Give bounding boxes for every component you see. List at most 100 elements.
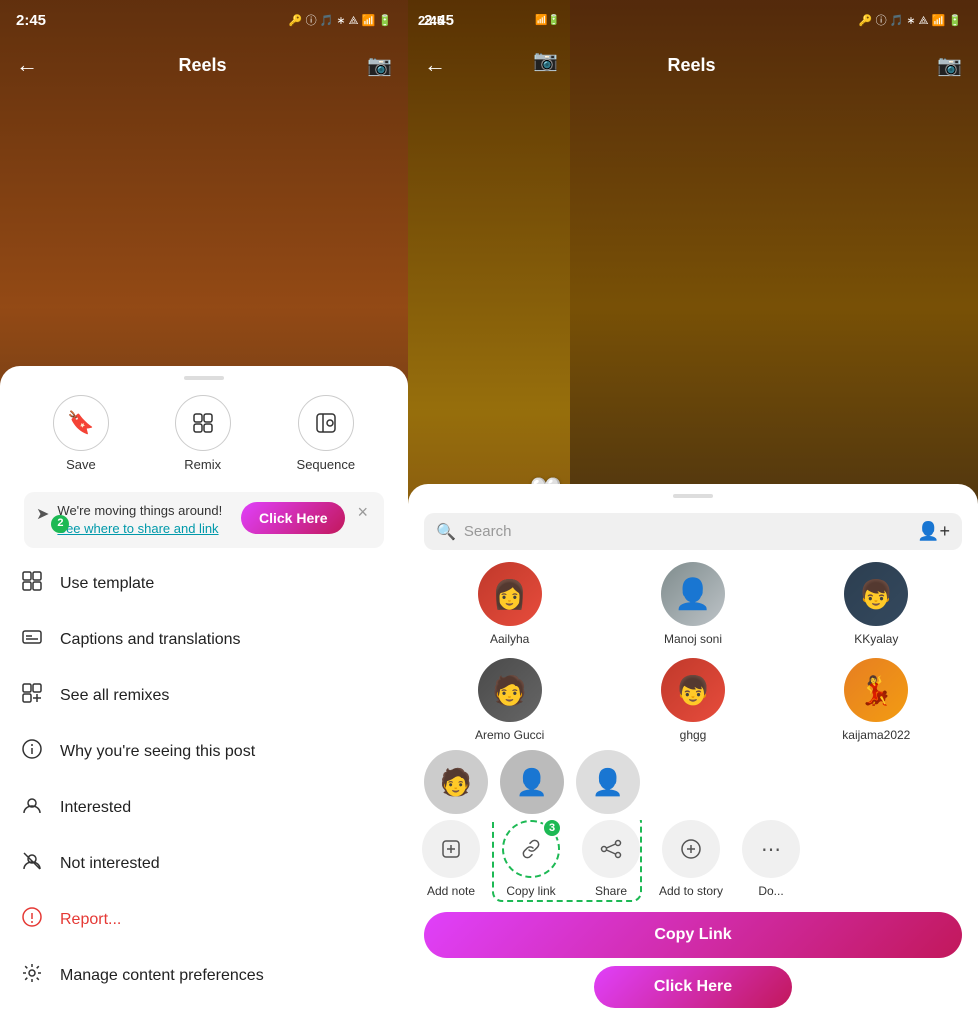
bottom-sheet-right: 🔍 Search 👤+ 👩 Aailyha 👤 Manoj soni <box>408 484 978 1024</box>
status-time-left: 2:45 <box>16 12 46 29</box>
avatar-kkyalay[interactable]: 👦 KKyalay <box>791 562 962 646</box>
avatar-manoj[interactable]: 👤 Manoj soni <box>607 562 778 646</box>
copy-link-button[interactable]: Copy Link <box>424 912 962 958</box>
avatar-img-aremo: 🧑 <box>478 658 542 722</box>
notif-link[interactable]: 2 See where to share and link <box>57 521 218 536</box>
avatar-name-aailyha: Aailyha <box>490 632 529 646</box>
share-action[interactable]: Share <box>576 820 646 898</box>
copy-link-badge: 3 <box>542 820 562 838</box>
action-icons-row: 🔖 Save Remix Sequence <box>0 395 408 492</box>
person-icon-manoj: 👤 <box>674 577 711 612</box>
interested-item[interactable]: Interested <box>0 780 408 836</box>
not-interested-item[interactable]: Not interested <box>0 836 408 892</box>
avatar-img-aailyha: 👩 <box>478 562 542 626</box>
top-nav-left: ← Reels 📷 <box>0 40 408 90</box>
more-label: Do... <box>758 884 783 898</box>
top-nav-right: ← Reels 📷 <box>408 40 978 90</box>
report-item[interactable]: Report... <box>0 892 408 948</box>
back-button-right[interactable]: ← <box>424 52 446 78</box>
notif-text: We're moving things around! 2 See where … <box>57 502 233 538</box>
use-template-item[interactable]: Use template <box>0 556 408 612</box>
status-icons-right: 🔑 ⓘ 🎵 ∗ ⟁ 📶 🔋 <box>859 12 962 28</box>
add-story-label: Add to story <box>659 884 723 898</box>
remix-action[interactable]: Remix <box>175 395 231 472</box>
avatar-ghgg[interactable]: 👦 ghgg <box>607 658 778 742</box>
avatar-kaijama[interactable]: 💃 kaijama2022 <box>791 658 962 742</box>
search-bar[interactable]: 🔍 Search 👤+ <box>424 513 962 550</box>
avatar-partial-3[interactable]: 👤 <box>576 750 640 814</box>
manage-prefs-label: Manage content preferences <box>60 967 264 985</box>
see-remixes-item[interactable]: See all remixes <box>0 668 408 724</box>
nav-title-left: Reels <box>179 55 227 76</box>
status-icons-left: 🔑 ⓘ 🎵 ∗ ⟁ 📶 🔋 <box>289 12 392 28</box>
report-icon <box>20 906 44 934</box>
left-panel: 2:45 🔑 ⓘ 🎵 ∗ ⟁ 📶 🔋 ← Reels 📷 🔖 Save Remi… <box>0 0 408 1024</box>
search-icon: 🔍 <box>436 522 456 542</box>
see-remixes-label: See all remixes <box>60 687 169 705</box>
avatar-partial-1[interactable]: 🧑 <box>424 750 488 814</box>
copy-link-label: Copy link <box>506 884 555 898</box>
avatar-aremo[interactable]: 🧑 Aremo Gucci <box>424 658 595 742</box>
avatar-name-kkyalay: KKyalay <box>854 632 898 646</box>
avatar-aailyha[interactable]: 👩 Aailyha <box>424 562 595 646</box>
interested-label: Interested <box>60 799 131 817</box>
avatar-grid: 👩 Aailyha 👤 Manoj soni 👦 KKyalay <box>408 562 978 750</box>
avatar-img-ghgg: 👦 <box>661 658 725 722</box>
share-actions-row: Add note Copy link 3 Share <box>408 820 978 906</box>
captions-icon <box>20 626 44 654</box>
add-note-label: Add note <box>427 884 475 898</box>
avatar-partial-2[interactable]: 👤 <box>500 750 564 814</box>
why-seeing-item[interactable]: Why you're seeing this post <box>0 724 408 780</box>
copy-link-action[interactable]: Copy link 3 <box>496 820 566 898</box>
avatar-img-kkyalay: 👦 <box>844 562 908 626</box>
use-template-label: Use template <box>60 575 154 593</box>
not-interested-icon <box>20 850 44 878</box>
add-contact-icon[interactable]: 👤+ <box>917 521 950 542</box>
sequence-action[interactable]: Sequence <box>297 395 356 472</box>
not-interested-label: Not interested <box>60 855 160 873</box>
manage-prefs-item[interactable]: Manage content preferences <box>0 948 408 1004</box>
sheet-handle-right <box>673 494 713 498</box>
captions-item[interactable]: Captions and translations <box>0 612 408 668</box>
sheet-handle-left <box>184 376 224 380</box>
camera-icon-left[interactable]: 📷 <box>367 53 392 78</box>
avatar-name-aremo: Aremo Gucci <box>475 728 544 742</box>
more-action[interactable]: ⋯ Do... <box>736 820 806 898</box>
see-remixes-icon <box>20 682 44 710</box>
sequence-circle <box>298 395 354 451</box>
notification-banner: ➤ We're moving things around! 2 See wher… <box>24 492 384 548</box>
status-bar-right: 2:45 🔑 ⓘ 🎵 ∗ ⟁ 📶 🔋 <box>408 0 978 40</box>
remix-circle <box>175 395 231 451</box>
avatar-name-ghgg: ghgg <box>680 728 707 742</box>
add-note-circle <box>422 820 480 878</box>
remix-label: Remix <box>184 457 221 472</box>
notif-close-button[interactable]: × <box>353 502 372 523</box>
add-story-action[interactable]: Add to story <box>656 820 726 898</box>
avatar-img-manoj: 👤 <box>661 562 725 626</box>
save-circle: 🔖 <box>53 395 109 451</box>
status-time-right: 2:45 <box>424 12 454 29</box>
avatar-name-manoj: Manoj soni <box>664 632 722 646</box>
add-story-circle <box>662 820 720 878</box>
save-label: Save <box>66 457 96 472</box>
captions-label: Captions and translations <box>60 631 241 649</box>
back-button-left[interactable]: ← <box>16 52 38 78</box>
add-note-action[interactable]: Add note <box>416 820 486 898</box>
search-input[interactable]: Search <box>464 523 909 540</box>
notif-cta-button[interactable]: Click Here <box>241 502 345 534</box>
save-action[interactable]: 🔖 Save <box>53 395 109 472</box>
more-circle: ⋯ <box>742 820 800 878</box>
share-label: Share <box>595 884 627 898</box>
interested-icon <box>20 794 44 822</box>
status-bar-left: 2:45 🔑 ⓘ 🎵 ∗ ⟁ 📶 🔋 <box>0 0 408 40</box>
use-template-icon <box>20 570 44 598</box>
nav-title-right: Reels <box>668 55 716 76</box>
click-here-button-right[interactable]: Click Here <box>594 966 792 1008</box>
notif-text-line1: We're moving things around! <box>57 502 233 520</box>
report-label: Report... <box>60 911 121 929</box>
share-circle <box>582 820 640 878</box>
avatar-img-kaijama: 💃 <box>844 658 908 722</box>
camera-icon-right[interactable]: 📷 <box>937 53 962 78</box>
why-seeing-label: Why you're seeing this post <box>60 743 255 761</box>
sequence-label: Sequence <box>297 457 356 472</box>
